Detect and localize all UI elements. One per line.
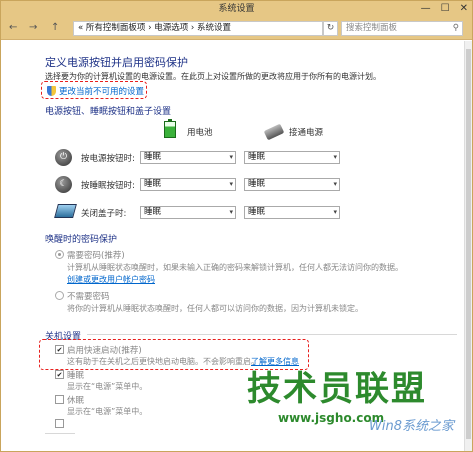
divider	[45, 239, 49, 240]
close-button[interactable]: ✕	[460, 3, 468, 15]
title-bar: 系统设置 — ☐ ✕	[1, 1, 472, 18]
vertical-scrollbar[interactable]	[464, 41, 472, 451]
divider	[45, 433, 75, 434]
close-lid-plugged-select[interactable]: 睡眠 ▾	[244, 206, 340, 219]
back-arrow-icon[interactable]: ←	[9, 21, 17, 35]
battery-icon	[164, 119, 176, 138]
change-settings-link[interactable]: 更改当前不可用的设置	[59, 85, 144, 97]
sleep-button-label: 按睡眠按钮时:	[81, 181, 135, 191]
search-placeholder: 搜索控制面板	[346, 23, 398, 33]
no-password-radio[interactable]	[55, 291, 64, 300]
power-button-label: 按电源按钮时:	[81, 154, 135, 164]
close-lid-label: 关闭盖子时:	[81, 209, 127, 219]
chevron-down-icon: ▾	[229, 208, 233, 216]
sleep-label: 睡眠	[67, 371, 85, 381]
power-button-battery-select[interactable]: 睡眠 ▾	[140, 151, 236, 164]
window-title: 系统设置	[218, 4, 255, 14]
maximize-button[interactable]: ☐	[441, 3, 450, 15]
laptop-lid-icon	[54, 204, 77, 218]
watermark-win8: Win8系统之家	[369, 419, 454, 434]
battery-column-header: 用电池	[187, 128, 213, 138]
plugged-column-header: 接通电源	[289, 128, 324, 138]
power-button-plugged-select[interactable]: 睡眠 ▾	[244, 151, 340, 164]
no-password-label: 不需要密码	[67, 292, 110, 302]
sleep-button-battery-select[interactable]: 睡眠 ▾	[140, 178, 236, 191]
watermark-logo: 技术员联盟	[247, 369, 427, 409]
power-plug-icon	[263, 123, 285, 141]
hibernate-checkbox[interactable]	[55, 395, 64, 404]
fast-startup-label: 启用快速启动(推荐)	[67, 346, 142, 356]
refresh-icon[interactable]: ↻	[323, 21, 338, 36]
control-panel-window: 系统设置 — ☐ ✕ ← → ↑ « 所有控制面板项 › 电源选项 › 系统设置…	[0, 0, 473, 452]
power-section-title: 电源按钮、睡眠按钮和盖子设置	[45, 107, 172, 117]
sleep-button-icon: ☾	[55, 176, 72, 193]
learn-more-link[interactable]: 了解更多信息	[251, 356, 299, 367]
window-controls: — ☐ ✕	[421, 3, 468, 15]
minimize-button[interactable]: —	[421, 3, 431, 15]
sleep-desc: 显示在“电源”菜单中。	[67, 382, 148, 391]
sleep-checkbox[interactable]: ✔	[55, 370, 64, 379]
chevron-down-icon: ▾	[333, 208, 337, 216]
hibernate-label: 休眠	[67, 396, 85, 406]
chevron-down-icon: ▾	[229, 180, 233, 188]
chevron-down-icon: ▾	[333, 153, 337, 161]
lock-checkbox[interactable]	[55, 419, 64, 428]
hibernate-desc: 显示在“电源”菜单中。	[67, 407, 148, 416]
chevron-down-icon: ▾	[333, 180, 337, 188]
breadcrumb[interactable]: « 所有控制面板项 › 电源选项 › 系统设置	[73, 21, 323, 36]
address-bar: ← → ↑ « 所有控制面板项 › 电源选项 › 系统设置 ↻ 搜索控制面板 ⚲	[1, 18, 472, 40]
chevron-down-icon: ▾	[229, 153, 233, 161]
search-icon: ⚲	[452, 23, 459, 33]
fast-startup-desc: 这有助于在关机之后更快地启动电脑。不会影响重启。	[67, 357, 259, 366]
fast-startup-checkbox[interactable]: ✔	[55, 345, 64, 354]
require-password-label: 需要密码(推荐)	[67, 251, 125, 261]
uac-shield-icon	[47, 86, 56, 96]
divider	[87, 334, 457, 335]
require-password-radio[interactable]	[55, 250, 64, 259]
close-lid-battery-select[interactable]: 睡眠 ▾	[140, 206, 236, 219]
sleep-button-plugged-select[interactable]: 睡眠 ▾	[244, 178, 340, 191]
no-password-desc: 将你的计算机从睡眠状态唤醒时，任何人都可以访问你的数据，因为计算机未锁定。	[67, 304, 363, 313]
power-button-icon: ⏻	[55, 149, 72, 166]
forward-arrow-icon[interactable]: →	[29, 21, 37, 35]
search-input[interactable]: 搜索控制面板 ⚲	[341, 21, 463, 36]
page-title: 定义电源按钮并启用密码保护	[45, 56, 188, 69]
up-arrow-icon[interactable]: ↑	[51, 21, 59, 35]
change-account-password-link[interactable]: 创建或更改用户帐户密码	[67, 274, 155, 285]
require-password-desc: 计算机从睡眠状态唤醒时，如果未输入正确的密码来解锁计算机，任何人都无法访问你的数…	[67, 263, 403, 272]
wake-section-title: 唤醒时的密码保护	[45, 235, 118, 245]
scrollbar-thumb[interactable]	[466, 49, 471, 439]
